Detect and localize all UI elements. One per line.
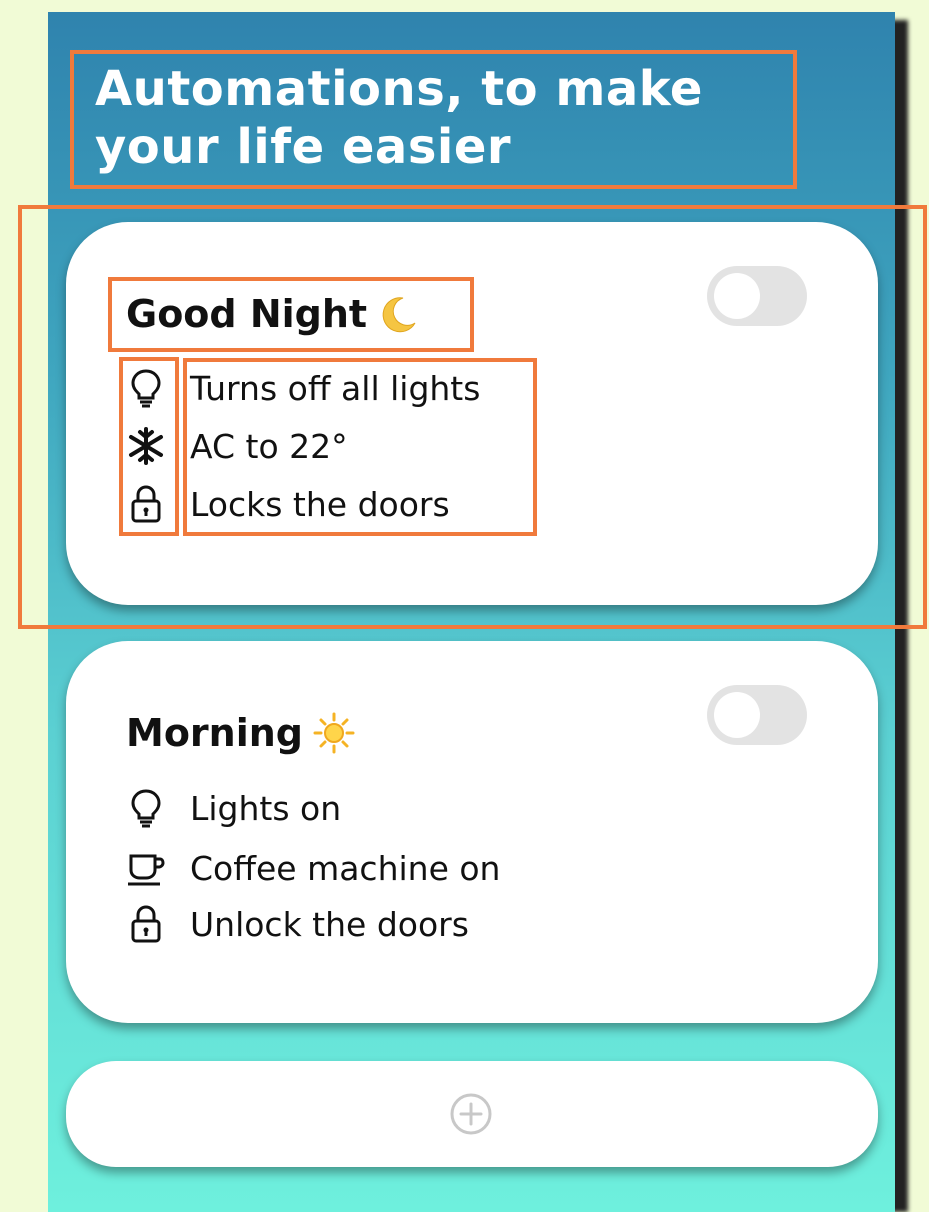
list-item: Turns off all lights xyxy=(124,363,480,413)
item-text: AC to 22° xyxy=(190,426,348,466)
page-title: Automations, to make your life easier xyxy=(95,61,703,175)
lightbulb-icon xyxy=(124,786,168,830)
item-text: Unlock the doors xyxy=(190,904,469,944)
toggle-knob xyxy=(714,692,760,738)
sun-icon xyxy=(313,712,355,754)
plus-circle-icon[interactable] xyxy=(447,1090,495,1138)
morning-toggle[interactable] xyxy=(707,685,807,745)
card-title-label: Good Night xyxy=(126,292,368,336)
list-item: Lights on xyxy=(124,783,341,833)
coffee-cup-icon xyxy=(124,846,168,890)
card-title: Morning xyxy=(126,711,355,755)
toggle-knob xyxy=(714,273,760,319)
lock-icon xyxy=(124,902,168,946)
item-text: Locks the doors xyxy=(190,484,450,524)
good-night-toggle[interactable] xyxy=(707,266,807,326)
moon-icon xyxy=(382,297,416,333)
automations-panel xyxy=(48,12,895,1212)
list-item: Coffee machine on xyxy=(124,843,500,893)
lock-icon xyxy=(124,482,168,526)
card-title-label: Morning xyxy=(126,711,303,755)
item-text: Coffee machine on xyxy=(190,848,501,888)
item-text: Lights on xyxy=(190,788,342,828)
snowflake-icon xyxy=(124,424,168,468)
list-item: Locks the doors xyxy=(124,479,450,529)
item-text: Turns off all lights xyxy=(190,368,481,408)
list-item: AC to 22° xyxy=(124,421,348,471)
list-item: Unlock the doors xyxy=(124,899,469,949)
lightbulb-icon xyxy=(124,366,168,410)
card-title: Good Night xyxy=(126,292,419,336)
